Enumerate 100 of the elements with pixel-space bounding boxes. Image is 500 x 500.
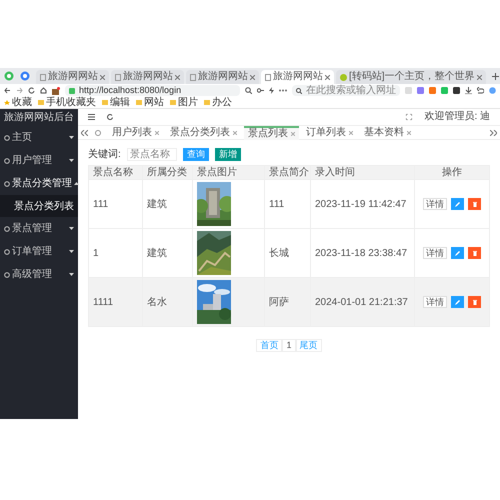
close-icon[interactable] bbox=[476, 74, 482, 80]
sidebar-item[interactable]: 订单管理 bbox=[0, 240, 78, 263]
profile-icon[interactable] bbox=[489, 87, 496, 94]
back-icon[interactable] bbox=[4, 87, 11, 94]
page-tab[interactable]: 景点分类列表 bbox=[166, 126, 241, 140]
table-cell: 2024-01-01 21:21:37 bbox=[310, 278, 414, 326]
caret-icon bbox=[69, 159, 74, 162]
page-icon bbox=[190, 74, 196, 80]
app-title: 旅游网网站后台 bbox=[3, 110, 75, 125]
undo-icon[interactable] bbox=[477, 87, 484, 94]
trash-icon bbox=[472, 300, 476, 304]
edit-button[interactable] bbox=[451, 296, 464, 308]
browser-tab[interactable]: 旅游网网站 bbox=[186, 70, 259, 84]
caret-icon bbox=[69, 136, 74, 139]
download-icon[interactable] bbox=[465, 87, 472, 94]
details-button[interactable]: 详情 bbox=[423, 198, 447, 210]
home-icon[interactable] bbox=[40, 87, 47, 94]
bookmark[interactable]: 收藏 bbox=[4, 98, 32, 108]
edit-button[interactable] bbox=[451, 247, 464, 259]
pencil-icon bbox=[455, 250, 460, 256]
bookmark[interactable]: 手机收藏夹 bbox=[38, 98, 96, 108]
caret-icon bbox=[69, 227, 74, 230]
menu-item-icon bbox=[4, 180, 10, 186]
scroll-right-icon[interactable] bbox=[490, 130, 497, 136]
add-button[interactable]: 新增 bbox=[214, 148, 241, 160]
menu-item-icon bbox=[4, 226, 10, 232]
page-icon bbox=[115, 74, 121, 80]
bookmark[interactable]: 图片 bbox=[170, 98, 198, 108]
fullscreen-icon[interactable] bbox=[406, 114, 412, 120]
welcome-text: 欢迎管理员: 迪 bbox=[424, 112, 490, 122]
close-icon[interactable] bbox=[175, 74, 180, 80]
star-icon bbox=[4, 100, 10, 105]
column-header: 景点名称 bbox=[88, 166, 142, 180]
keyword-input[interactable]: 景点名称 bbox=[126, 148, 177, 160]
sidebar-subitem[interactable]: 景点分类列表 bbox=[0, 195, 78, 217]
more-icon[interactable] bbox=[279, 89, 287, 92]
caret-icon bbox=[69, 273, 74, 276]
extension-icon[interactable] bbox=[52, 86, 60, 94]
close-icon[interactable] bbox=[155, 130, 159, 134]
caret-icon bbox=[69, 250, 74, 253]
new-tab-icon[interactable] bbox=[492, 72, 499, 80]
close-icon[interactable] bbox=[349, 130, 353, 134]
close-icon[interactable] bbox=[233, 130, 237, 134]
secure-icon bbox=[69, 88, 75, 94]
key-icon[interactable] bbox=[257, 87, 264, 94]
forward-icon[interactable] bbox=[16, 87, 23, 94]
page-tab[interactable]: 订单列表 bbox=[302, 126, 357, 140]
edit-button[interactable] bbox=[451, 198, 464, 210]
pencil-icon bbox=[455, 300, 460, 304]
address-bar[interactable]: http://localhost:8080/login bbox=[65, 85, 240, 96]
page-tab[interactable]: 景点列表 bbox=[244, 126, 299, 140]
close-icon[interactable] bbox=[325, 74, 330, 80]
leaf-icon bbox=[340, 74, 347, 80]
menu-item-icon bbox=[4, 134, 10, 140]
close-icon[interactable] bbox=[407, 130, 411, 134]
sidebar-item[interactable]: 用户管理 bbox=[0, 149, 78, 172]
delete-button[interactable] bbox=[468, 198, 481, 210]
tab-title: 旅游网网站 bbox=[198, 72, 248, 82]
zoom-icon[interactable] bbox=[245, 87, 252, 94]
bookmark[interactable]: 网站 bbox=[136, 98, 164, 108]
menu-item-icon bbox=[4, 248, 10, 254]
bookmark[interactable]: 编辑 bbox=[102, 98, 130, 108]
tab-title: [转码站]一个主页，整个世界 bbox=[349, 72, 475, 82]
table-row[interactable]: 1 建筑 长城 2023-11-18 23:38:47 详情 bbox=[88, 228, 490, 278]
close-icon[interactable] bbox=[100, 74, 105, 80]
close-icon[interactable] bbox=[291, 132, 295, 136]
page-tab[interactable]: 基本资料 bbox=[360, 126, 415, 140]
table-row[interactable]: 111 建筑 111 2023-11-19 11:42:47 详情 bbox=[88, 180, 490, 228]
table-row[interactable]: 1111 名水 阿萨 2024-01-01 21:21:37 详情 bbox=[88, 278, 490, 326]
delete-button[interactable] bbox=[468, 296, 481, 308]
column-header: 录入时间 bbox=[310, 166, 414, 180]
browser-logo-icon[interactable] bbox=[4, 71, 14, 81]
trash-icon bbox=[472, 250, 476, 256]
caret-icon bbox=[74, 182, 79, 185]
browser-tab[interactable]: 旅游网网站 bbox=[111, 70, 184, 84]
bookmark[interactable]: 办公 bbox=[204, 98, 232, 108]
refresh-icon[interactable] bbox=[107, 114, 113, 120]
browser-tab[interactable]: [转码站]一个主页，整个世界 bbox=[336, 70, 486, 84]
menu-icon[interactable] bbox=[88, 114, 95, 120]
page-link[interactable]: 1 bbox=[282, 339, 296, 352]
menu-item-icon bbox=[4, 272, 10, 278]
column-header: 景点图片 bbox=[192, 166, 264, 180]
close-icon[interactable] bbox=[250, 74, 255, 80]
folder-icon bbox=[102, 100, 108, 105]
page-tab[interactable]: 用户列表 bbox=[108, 126, 163, 140]
browser-tab[interactable]: 旅游网网站 bbox=[261, 70, 334, 84]
sidebar-item[interactable]: 主页 bbox=[0, 126, 78, 149]
reload-icon[interactable] bbox=[28, 87, 35, 94]
table-cell: 1111 bbox=[88, 278, 142, 326]
details-button[interactable]: 详情 bbox=[423, 247, 447, 259]
delete-button[interactable] bbox=[468, 247, 481, 259]
sidebar-item[interactable]: 景点分类管理 bbox=[0, 172, 78, 195]
sidebar-item[interactable]: 高级管理 bbox=[0, 263, 78, 286]
column-header: 操作 bbox=[414, 166, 490, 180]
details-button[interactable]: 详情 bbox=[423, 296, 447, 308]
browser-tab[interactable]: 旅游网网站 bbox=[36, 70, 109, 84]
sidebar-item[interactable]: 景点管理 bbox=[0, 217, 78, 240]
lightning-icon[interactable] bbox=[269, 87, 274, 94]
tab-title: 旅游网网站 bbox=[48, 72, 98, 82]
scroll-left-icon[interactable] bbox=[81, 130, 88, 136]
